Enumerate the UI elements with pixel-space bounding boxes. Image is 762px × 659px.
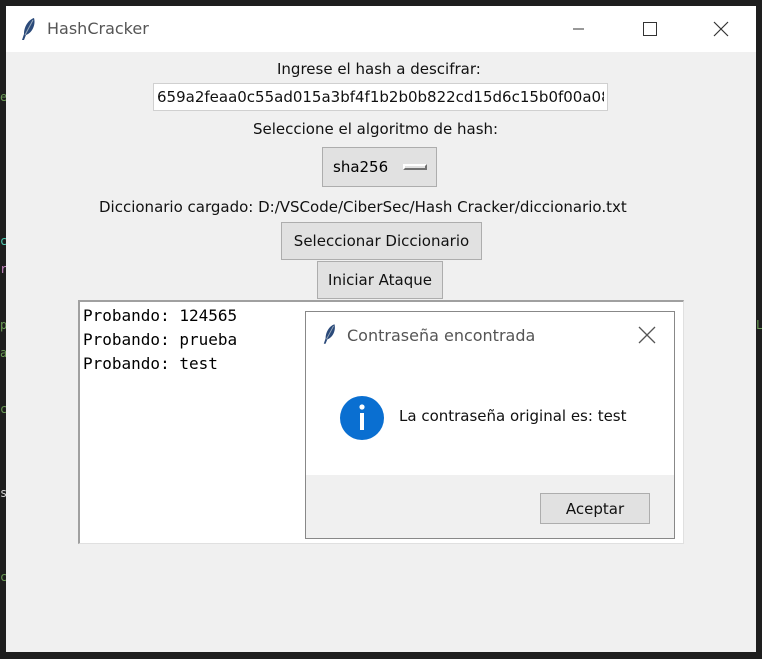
hashcracker-window: HashCracker Ingrese el hash a descifrar:… [6, 6, 756, 652]
feather-icon [22, 18, 35, 40]
output-line: Probando: test [83, 354, 218, 373]
output-line: Probando: 124565 [83, 306, 238, 325]
close-icon [713, 21, 729, 37]
feather-icon [323, 324, 335, 344]
minimize-icon [573, 28, 584, 30]
hash-label: Ingrese el hash a descifrar: [277, 60, 481, 78]
accept-button[interactable]: Aceptar [540, 493, 650, 524]
maximize-icon [643, 22, 657, 36]
algorithm-value: sha256 [333, 158, 389, 176]
maximize-button[interactable] [627, 6, 673, 52]
dropdown-indicator-icon [403, 164, 427, 170]
dialog-close-icon[interactable] [636, 324, 658, 346]
dictionary-status: Diccionario cargado: D:/VSCode/CiberSec/… [99, 198, 627, 216]
algorithm-select[interactable]: sha256 [322, 147, 437, 187]
select-dictionary-button[interactable]: Seleccionar Diccionario [281, 222, 482, 260]
password-found-dialog: Contraseña encontrada La contraseña orig… [305, 311, 675, 539]
close-button[interactable] [698, 6, 744, 52]
dialog-message: La contraseña original es: test [399, 407, 627, 425]
hash-input[interactable] [153, 83, 608, 111]
title-bar[interactable]: HashCracker [6, 6, 756, 52]
output-line: Probando: prueba [83, 330, 238, 349]
dialog-title: Contraseña encontrada [347, 326, 536, 345]
start-attack-button[interactable]: Iniciar Ataque [317, 261, 443, 299]
info-icon [340, 396, 384, 440]
minimize-button[interactable] [556, 6, 602, 52]
window-title: HashCracker [47, 19, 149, 38]
algorithm-label: Seleccione el algoritmo de hash: [253, 120, 499, 138]
